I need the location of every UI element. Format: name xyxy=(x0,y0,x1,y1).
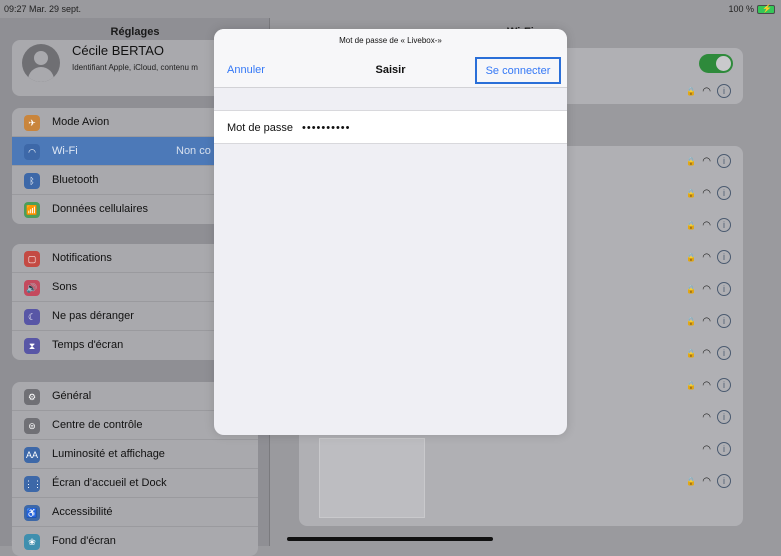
lock-icon: 🔒 xyxy=(686,86,697,96)
network-row[interactable]: 🔒 ◠ i xyxy=(686,346,731,360)
battery-icon xyxy=(757,4,775,14)
sidebar-item-label: Wi-Fi xyxy=(52,145,78,157)
info-icon[interactable]: i xyxy=(717,250,731,264)
password-row: Mot de passe xyxy=(214,110,567,144)
brightness-icon: AA xyxy=(24,447,40,463)
info-icon[interactable]: i xyxy=(717,154,731,168)
status-time: 09:27 Mar. 29 sept. xyxy=(4,4,82,14)
wallpaper-icon: ❀ xyxy=(24,534,40,550)
profile-subtitle: Identifiant Apple, iCloud, contenu m xyxy=(72,63,198,72)
password-field[interactable] xyxy=(302,119,552,137)
dialog-header: Mot de passe de « Livebox-» Annuler Sais… xyxy=(214,29,567,88)
info-icon[interactable]: i xyxy=(717,314,731,328)
lock-icon: 🔒 xyxy=(686,476,697,486)
sidebar-item-label: Fond d'écran xyxy=(52,535,116,547)
notifications-icon: ▢ xyxy=(24,251,40,267)
connected-network-row[interactable]: 🔒 ◠ i xyxy=(686,84,731,98)
wifi-signal-icon: ◠ xyxy=(702,155,711,167)
sidebar-item-label: Écran d'accueil et Dock xyxy=(52,477,167,489)
info-icon[interactable]: i xyxy=(717,346,731,360)
hourglass-icon: ⧗ xyxy=(24,338,40,354)
gear-icon: ⚙ xyxy=(24,389,40,405)
wifi-signal-icon: ◠ xyxy=(702,85,711,97)
bluetooth-icon: ᛒ xyxy=(24,173,40,189)
sidebar-item-label: Données cellulaires xyxy=(52,203,148,215)
home-screen-icon: ⋮⋮ xyxy=(24,476,42,492)
info-icon[interactable]: i xyxy=(717,410,731,424)
screenshot-thumbnail xyxy=(319,438,425,518)
battery-percent: 100 % xyxy=(728,4,754,14)
avatar xyxy=(22,44,60,82)
cellular-icon: 📶 xyxy=(24,202,40,218)
sidebar-item-label: Mode Avion xyxy=(52,116,110,128)
wifi-status-value: Non co xyxy=(176,145,211,157)
network-row[interactable]: 🔒 ◠ i xyxy=(686,250,731,264)
wifi-signal-icon: ◠ xyxy=(702,379,711,391)
sidebar-item-label: Centre de contrôle xyxy=(52,419,143,431)
sidebar-item-label: Luminosité et affichage xyxy=(52,448,165,460)
wifi-signal-icon: ◠ xyxy=(702,475,711,487)
sidebar-item-label: Bluetooth xyxy=(52,174,99,186)
lock-icon: 🔒 xyxy=(686,380,697,390)
status-bar: 09:27 Mar. 29 sept. 100 % xyxy=(0,0,781,18)
home-indicator[interactable] xyxy=(287,537,493,541)
sidebar-item-label: Temps d'écran xyxy=(52,339,124,351)
info-icon[interactable]: i xyxy=(717,378,731,392)
wifi-signal-icon: ◠ xyxy=(702,219,711,231)
info-icon[interactable]: i xyxy=(717,442,731,456)
accessibility-icon: ♿ xyxy=(24,505,40,521)
wifi-icon: ◠ xyxy=(24,144,40,160)
connect-button[interactable]: Se connecter xyxy=(475,57,561,84)
sidebar-item-label: Accessibilité xyxy=(52,506,113,518)
wifi-toggle[interactable] xyxy=(699,54,733,73)
network-row[interactable]: 🔒 ◠ i xyxy=(686,474,731,488)
moon-icon: ☾ xyxy=(24,309,40,325)
sound-icon: 🔊 xyxy=(24,280,40,296)
dialog-prompt: Mot de passe de « Livebox-» xyxy=(339,36,442,45)
network-row[interactable]: 🔒 ◠ i xyxy=(686,282,731,296)
network-row[interactable]: 🔒 ◠ i xyxy=(686,154,731,168)
wifi-signal-icon: ◠ xyxy=(702,347,711,359)
sidebar-item-home-screen[interactable]: ⋮⋮ Écran d'accueil et Dock xyxy=(12,469,258,498)
network-row[interactable]: 🔒 ◠ i xyxy=(686,186,731,200)
cancel-button[interactable]: Annuler xyxy=(227,64,265,76)
sidebar-item-display[interactable]: AA Luminosité et affichage xyxy=(12,440,258,469)
wifi-signal-icon: ◠ xyxy=(702,251,711,263)
airplane-icon: ✈ xyxy=(24,115,40,131)
lock-icon: 🔒 xyxy=(686,284,697,294)
network-row[interactable]: ◠ i xyxy=(702,410,731,424)
wifi-signal-icon: ◠ xyxy=(702,411,711,423)
control-center-icon: ⊜ xyxy=(24,418,40,434)
profile-name: Cécile BERTAO xyxy=(72,43,164,58)
lock-icon: 🔒 xyxy=(686,252,697,262)
lock-icon: 🔒 xyxy=(686,188,697,198)
lock-icon: 🔒 xyxy=(686,316,697,326)
sidebar-item-wallpaper[interactable]: ❀ Fond d'écran xyxy=(12,527,258,556)
sidebar-item-label: Sons xyxy=(52,281,78,293)
battery-indicator: 100 % xyxy=(728,4,775,14)
wifi-signal-icon: ◠ xyxy=(702,443,711,455)
info-icon[interactable]: i xyxy=(717,282,731,296)
network-row[interactable]: 🔒 ◠ i xyxy=(686,378,731,392)
wifi-signal-icon: ◠ xyxy=(702,315,711,327)
wifi-signal-icon: ◠ xyxy=(702,187,711,199)
lock-icon: 🔒 xyxy=(686,156,697,166)
password-label: Mot de passe xyxy=(227,122,294,134)
sidebar-item-label: Général xyxy=(52,390,92,402)
info-icon[interactable]: i xyxy=(717,474,731,488)
wifi-signal-icon: ◠ xyxy=(702,283,711,295)
sidebar-item-accessibility[interactable]: ♿ Accessibilité xyxy=(12,498,258,527)
sidebar-item-label: Ne pas déranger xyxy=(52,310,134,322)
info-icon[interactable]: i xyxy=(717,218,731,232)
network-row[interactable]: ◠ i xyxy=(702,442,731,456)
network-row[interactable]: 🔒 ◠ i xyxy=(686,314,731,328)
info-icon[interactable]: i xyxy=(717,84,731,98)
network-row[interactable]: 🔒 ◠ i xyxy=(686,218,731,232)
lock-icon: 🔒 xyxy=(686,348,697,358)
sidebar-item-label: Notifications xyxy=(52,252,112,264)
lock-icon: 🔒 xyxy=(686,220,697,230)
info-icon[interactable]: i xyxy=(717,186,731,200)
password-dialog: Mot de passe de « Livebox-» Annuler Sais… xyxy=(214,29,567,435)
